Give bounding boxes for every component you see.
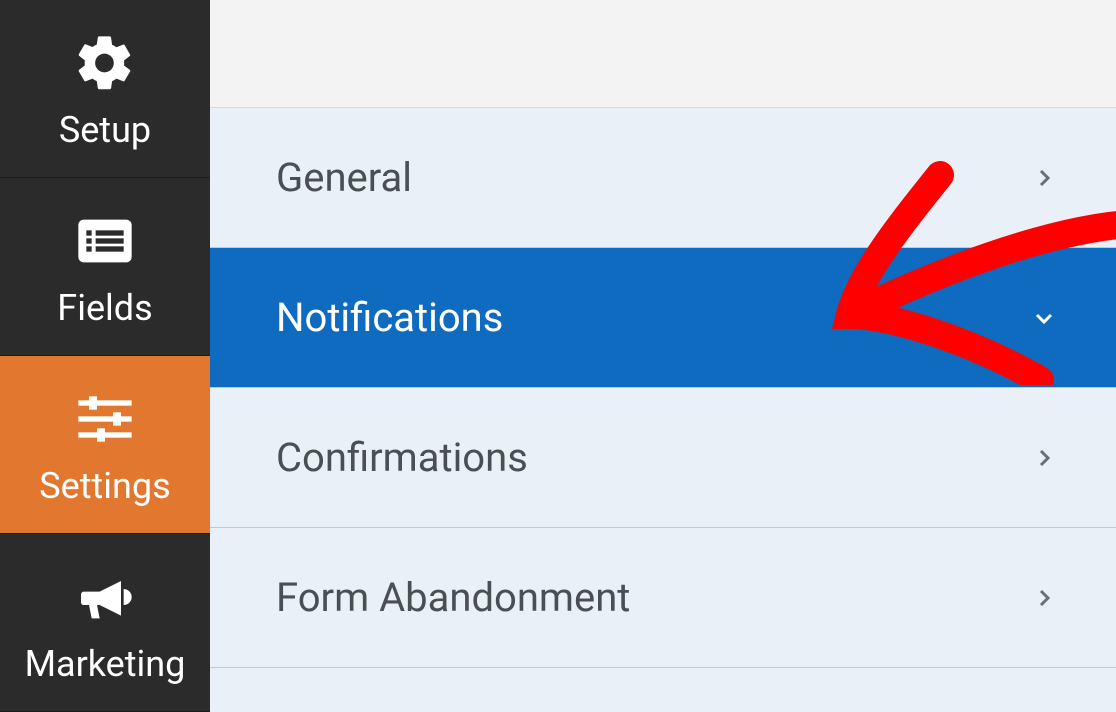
settings-row-notifications[interactable]: Notifications [210,248,1116,388]
settings-row-form-abandonment[interactable]: Form Abandonment [210,528,1116,668]
sidebar-item-label: Setup [59,109,151,151]
gear-icon [73,27,137,99]
settings-row-label: Notifications [276,294,503,341]
chevron-down-icon [1032,306,1056,330]
sidebar-item-label: Settings [39,465,170,507]
sidebar: Setup Fields Settings Marketing [0,0,210,712]
settings-row-label: General [276,154,412,201]
settings-row-general[interactable]: General [210,108,1116,248]
sidebar-item-settings[interactable]: Settings [0,356,210,534]
chevron-right-icon [1032,586,1056,610]
sidebar-item-fields[interactable]: Fields [0,178,210,356]
chevron-right-icon [1032,446,1056,470]
sidebar-item-label: Marketing [25,643,186,685]
chevron-right-icon [1032,166,1056,190]
main-panel: General Notifications Confirmations Form… [210,0,1116,712]
header-space [210,0,1116,108]
sidebar-item-label: Fields [57,287,152,329]
settings-row-label: Form Abandonment [276,574,630,621]
bullhorn-icon [73,561,137,633]
settings-list: General Notifications Confirmations Form… [210,108,1116,712]
sidebar-item-marketing[interactable]: Marketing [0,534,210,712]
sidebar-item-setup[interactable]: Setup [0,0,210,178]
list-icon [73,205,137,277]
settings-row-label: Confirmations [276,434,528,481]
settings-row-confirmations[interactable]: Confirmations [210,388,1116,528]
sliders-icon [73,383,137,455]
